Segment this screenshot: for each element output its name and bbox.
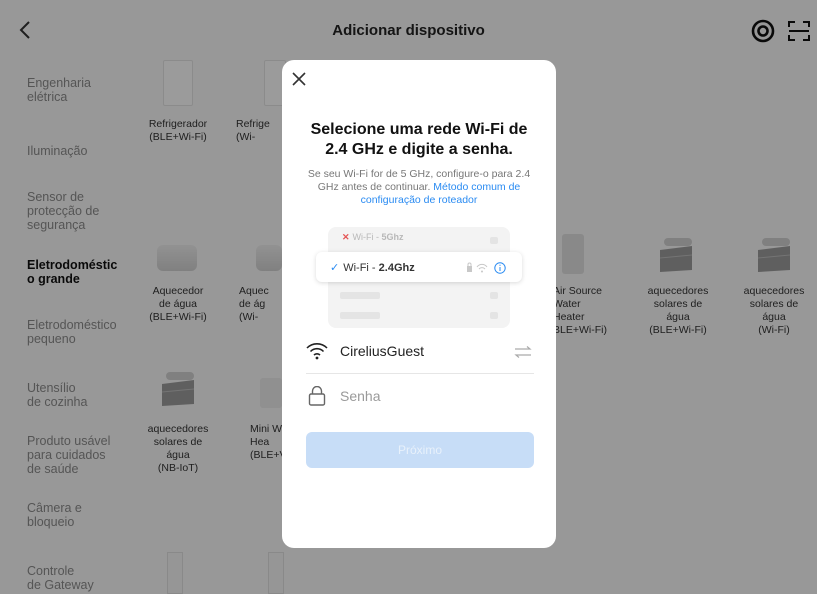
modal-description: Se seu Wi-Fi for de 5 GHz, configure-o p… <box>302 168 536 207</box>
next-button[interactable]: Próximo <box>306 432 534 468</box>
password-row <box>306 382 534 418</box>
placeholder-bar <box>340 292 380 299</box>
lock-icon <box>308 386 326 406</box>
placeholder-bar <box>340 312 380 319</box>
placeholder-bar <box>490 292 498 299</box>
lock-wifi-info-icons <box>467 262 506 274</box>
password-input[interactable] <box>340 384 520 408</box>
wifi-setup-modal: Selecione uma rede Wi-Fi de 2.4 GHz e di… <box>282 60 556 548</box>
placeholder-bar <box>490 312 498 319</box>
modal-title: Selecione uma rede Wi-Fi de 2.4 GHz e di… <box>310 121 528 158</box>
cross-icon: ✕ <box>342 232 350 242</box>
ssid-value: CireliusGuest <box>340 343 425 359</box>
close-icon[interactable] <box>290 70 308 88</box>
wifi-option-2ghz: ✓ Wi-Fi - 2.4Ghz <box>316 252 522 282</box>
check-icon: ✓ <box>330 262 340 274</box>
switch-network-icon[interactable] <box>514 346 532 358</box>
wifi-ssid-row[interactable]: CireliusGuest <box>306 338 534 374</box>
wifi-icon <box>306 343 328 360</box>
wifi-option-5ghz: ✕ Wi-Fi - 5Ghz <box>342 232 404 242</box>
placeholder-bar <box>490 237 498 244</box>
